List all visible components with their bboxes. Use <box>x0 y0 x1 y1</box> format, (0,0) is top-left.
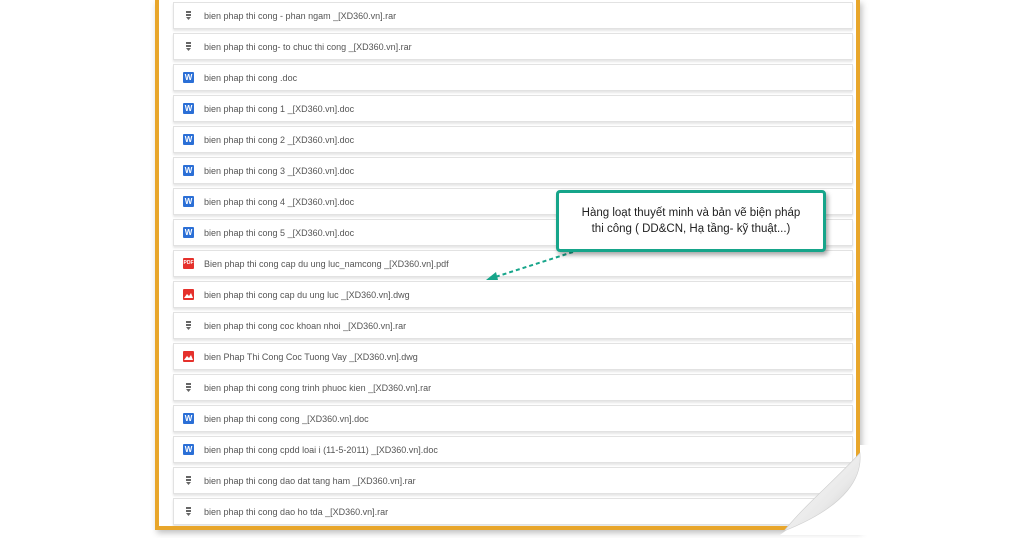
image-icon <box>183 289 194 300</box>
callout-line-2: thi công ( DD&CN, Hạ tầng- kỹ thuật...) <box>591 223 791 235</box>
file-name: bien phap thi cong dao dat tang ham _[XD… <box>204 475 416 486</box>
file-row[interactable]: bien phap thi cong cong trinh phuoc kien… <box>173 374 853 401</box>
page-curl-decoration <box>780 445 870 535</box>
file-name: bien phap thi cong - phan ngam _[XD360.v… <box>204 10 397 21</box>
file-row[interactable]: Wbien phap thi cong 2 _[XD360.vn].doc <box>173 126 853 153</box>
image-icon <box>183 351 194 362</box>
file-name: bien phap thi cong 4 _[XD360.vn].doc <box>204 196 355 207</box>
file-row[interactable]: Wbien phap thi cong 3 _[XD360.vn].doc <box>173 157 853 184</box>
word-icon: W <box>183 413 194 424</box>
file-row[interactable]: bien phap thi cong- to chuc thi cong _[X… <box>173 33 853 60</box>
word-icon: W <box>183 196 194 207</box>
file-row[interactable]: bien phap thi cong coc khoan nhoi _[XD36… <box>173 312 853 339</box>
word-icon: W <box>183 72 194 83</box>
word-icon: W <box>183 444 194 455</box>
word-icon: W <box>183 103 194 114</box>
file-name: bien phap thi cong dao ho tda _[XD360.vn… <box>204 506 389 517</box>
file-row[interactable]: bien phap thi cong dao dat tang ham _[XD… <box>173 467 853 494</box>
file-name: bien phap thi cong cpdd loai i (11-5-201… <box>204 444 438 455</box>
archive-icon <box>183 10 194 21</box>
file-row[interactable]: bien phap thi cong - phan ngam _[XD360.v… <box>173 2 853 29</box>
archive-icon <box>183 475 194 486</box>
callout-box: Hàng loạt thuyết minh và bản vẽ biện phá… <box>556 190 826 252</box>
file-name: bien phap thi cong .doc <box>204 72 298 83</box>
file-row[interactable]: Wbien phap thi cong .doc <box>173 64 853 91</box>
callout-arrow <box>486 251 574 280</box>
file-name: bien phap thi cong 2 _[XD360.vn].doc <box>204 134 355 145</box>
word-icon: W <box>183 227 194 238</box>
file-name: bien phap thi cong cong _[XD360.vn].doc <box>204 413 369 424</box>
file-row[interactable]: bien Phap Thi Cong Coc Tuong Vay _[XD360… <box>173 343 853 370</box>
archive-icon <box>183 320 194 331</box>
file-name: bien phap thi cong 1 _[XD360.vn].doc <box>204 103 355 114</box>
file-name: Bien phap thi cong cap du ung luc_namcon… <box>204 258 449 269</box>
pdf-icon: PDF <box>183 258 194 269</box>
archive-icon <box>183 506 194 517</box>
file-name: bien phap thi cong 5 _[XD360.vn].doc <box>204 227 355 238</box>
file-name: bien phap thi cong cong trinh phuoc kien… <box>204 382 432 393</box>
callout-line-1: Hàng loạt thuyết minh và bản vẽ biện phá… <box>581 207 801 219</box>
archive-icon <box>183 41 194 52</box>
file-row[interactable]: Wbien phap thi cong cong _[XD360.vn].doc <box>173 405 853 432</box>
file-name: bien phap thi cong- to chuc thi cong _[X… <box>204 41 412 52</box>
file-row[interactable]: bien phap thi cong dao ho tda _[XD360.vn… <box>173 498 853 525</box>
archive-icon <box>183 382 194 393</box>
file-name: bien phap thi cong 3 _[XD360.vn].doc <box>204 165 355 176</box>
word-icon: W <box>183 165 194 176</box>
file-row[interactable]: Wbien phap thi cong cpdd loai i (11-5-20… <box>173 436 853 463</box>
file-name: bien Phap Thi Cong Coc Tuong Vay _[XD360… <box>204 351 418 362</box>
file-name: bien phap thi cong cap du ung luc _[XD36… <box>204 289 410 300</box>
file-row[interactable]: Wbien phap thi cong 1 _[XD360.vn].doc <box>173 95 853 122</box>
file-name: bien phap thi cong coc khoan nhoi _[XD36… <box>204 320 407 331</box>
word-icon: W <box>183 134 194 145</box>
callout-text: Hàng loạt thuyết minh và bản vẽ biện phá… <box>582 205 801 237</box>
